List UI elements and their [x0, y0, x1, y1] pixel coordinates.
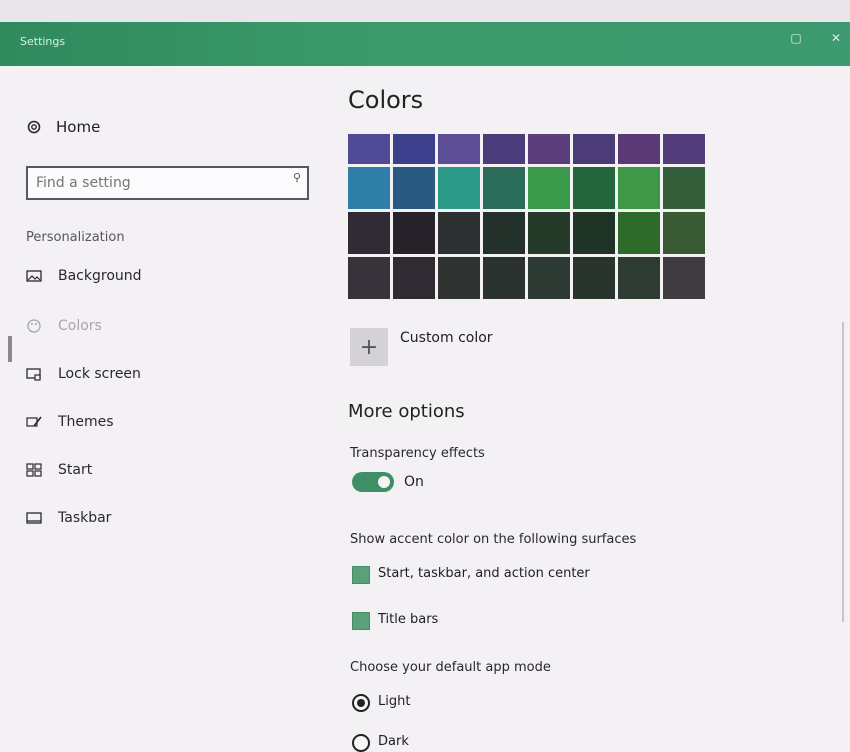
sidebar-item-background[interactable]: Background [26, 268, 142, 284]
color-swatch[interactable] [393, 134, 435, 164]
more-options-heading: More options [348, 401, 465, 422]
palette-icon [27, 319, 41, 333]
home-label: Home [56, 118, 101, 136]
page-title: Colors [348, 86, 424, 114]
custom-color-button[interactable]: + [350, 328, 388, 366]
custom-color-label: Custom color [400, 330, 493, 346]
color-swatch[interactable] [483, 167, 525, 209]
active-indicator [8, 336, 12, 362]
lock-screen-icon [26, 368, 41, 381]
accent-start-label: Start, taskbar, and action center [378, 566, 590, 581]
dark-mode-radio[interactable] [352, 734, 370, 752]
taskbar-icon [26, 512, 42, 524]
color-swatch[interactable] [348, 134, 390, 164]
color-swatch[interactable] [528, 212, 570, 254]
color-swatch[interactable] [573, 167, 615, 209]
accent-titlebars-label: Title bars [378, 612, 439, 627]
home-link[interactable]: Home [26, 118, 100, 136]
sidebar-item-taskbar[interactable]: Taskbar [26, 510, 111, 526]
search-icon[interactable]: ⚲ [293, 171, 301, 184]
sidebar-item-label: Background [58, 268, 142, 284]
scrollbar[interactable] [842, 322, 844, 622]
color-swatch[interactable] [438, 167, 480, 209]
search-box[interactable]: ⚲ [26, 166, 309, 200]
color-swatch[interactable] [618, 212, 660, 254]
accent-surfaces-label: Show accent color on the following surfa… [350, 532, 637, 547]
color-swatch[interactable] [663, 257, 705, 299]
accent-start-checkbox[interactable] [352, 566, 370, 584]
color-swatch-grid [348, 134, 705, 299]
sidebar-item-label: Lock screen [58, 366, 141, 382]
color-swatch[interactable] [438, 134, 480, 164]
gear-icon [27, 120, 41, 134]
brush-icon [26, 416, 42, 427]
color-swatch[interactable] [438, 212, 480, 254]
color-swatch[interactable] [573, 257, 615, 299]
color-swatch[interactable] [663, 167, 705, 209]
color-swatch[interactable] [348, 257, 390, 299]
color-swatch[interactable] [483, 212, 525, 254]
color-swatch[interactable] [528, 257, 570, 299]
maximize-button[interactable]: ▢ [786, 28, 806, 48]
search-input[interactable] [28, 168, 268, 198]
color-swatch[interactable] [663, 134, 705, 164]
start-grid-icon [26, 463, 42, 477]
color-swatch[interactable] [438, 257, 480, 299]
light-mode-label: Light [378, 694, 411, 709]
sidebar-item-start[interactable]: Start [26, 462, 92, 478]
color-swatch[interactable] [393, 212, 435, 254]
color-swatch[interactable] [348, 167, 390, 209]
light-mode-radio[interactable] [352, 694, 370, 712]
color-swatch[interactable] [393, 167, 435, 209]
sidebar-item-label: Taskbar [58, 510, 112, 526]
title-bar[interactable]: Settings ▢ ✕ [0, 22, 850, 66]
sidebar-item-colors[interactable]: Colors [26, 318, 102, 334]
app-mode-label: Choose your default app mode [350, 660, 551, 675]
sidebar-item-lock-screen[interactable]: Lock screen [26, 366, 141, 382]
toggle-knob [378, 476, 390, 488]
picture-icon [26, 270, 42, 282]
color-swatch[interactable] [618, 257, 660, 299]
transparency-toggle[interactable] [352, 472, 394, 492]
color-swatch[interactable] [573, 212, 615, 254]
dark-mode-label: Dark [378, 734, 409, 749]
color-swatch[interactable] [573, 134, 615, 164]
accent-titlebars-checkbox[interactable] [352, 612, 370, 630]
transparency-label: Transparency effects [350, 446, 485, 461]
color-swatch[interactable] [528, 134, 570, 164]
color-swatch[interactable] [528, 167, 570, 209]
color-swatch[interactable] [483, 134, 525, 164]
color-swatch[interactable] [483, 257, 525, 299]
main-content: Colors + Custom color More options Trans… [348, 66, 828, 752]
color-swatch[interactable] [618, 167, 660, 209]
transparency-state: On [404, 474, 424, 490]
color-swatch[interactable] [663, 212, 705, 254]
sidebar-item-label: Start [58, 462, 93, 478]
plus-icon: + [359, 334, 379, 360]
sidebar: Home ⚲ Personalization Background Colors… [0, 66, 330, 752]
color-swatch[interactable] [348, 212, 390, 254]
section-label: Personalization [26, 230, 125, 245]
window-title: Settings [20, 35, 66, 48]
color-swatch[interactable] [393, 257, 435, 299]
close-button[interactable]: ✕ [826, 28, 846, 48]
color-swatch[interactable] [618, 134, 660, 164]
sidebar-item-label: Colors [58, 318, 102, 334]
sidebar-item-themes[interactable]: Themes [26, 414, 114, 430]
settings-window: Settings ▢ ✕ Home ⚲ Personalization Back… [0, 22, 850, 752]
sidebar-item-label: Themes [58, 414, 114, 430]
